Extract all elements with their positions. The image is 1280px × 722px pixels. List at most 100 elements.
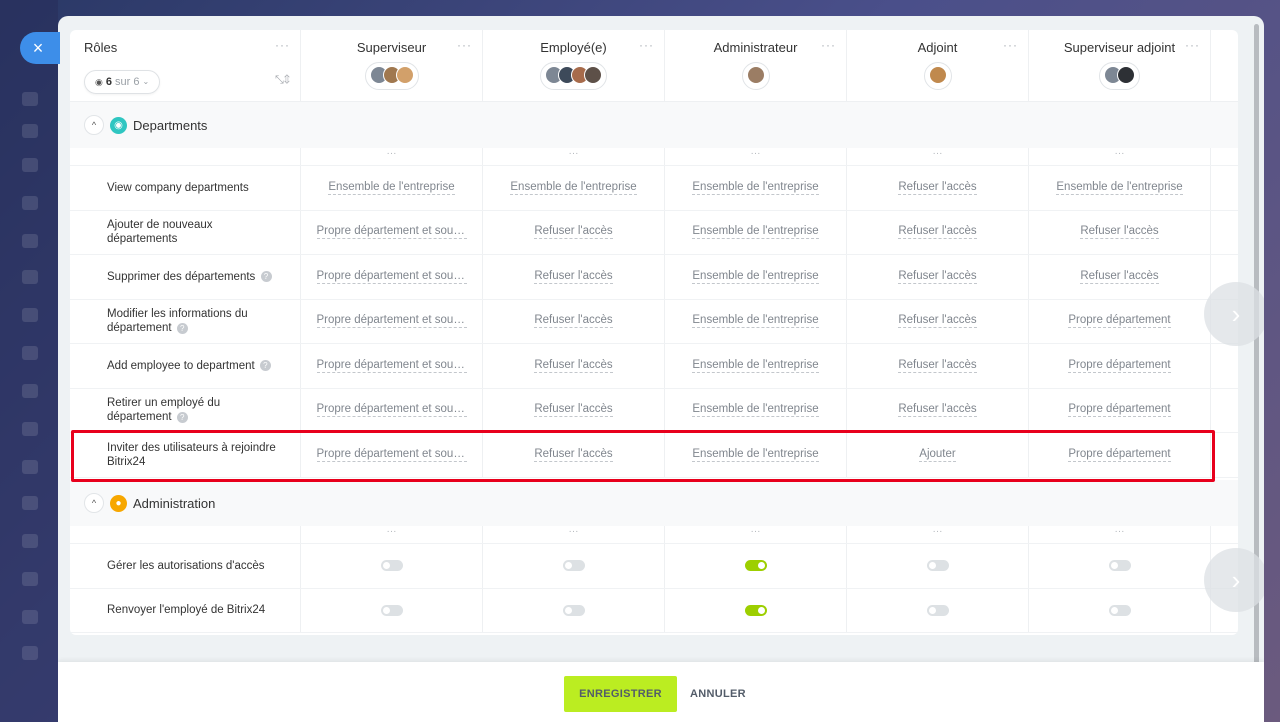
help-icon[interactable]: ? bbox=[259, 360, 271, 372]
scroll-right-button[interactable]: › bbox=[1204, 548, 1264, 612]
permission-row: View company departments Ensemble de l'en… bbox=[70, 166, 1238, 211]
role-menu-button[interactable]: ··· bbox=[457, 38, 472, 52]
permission-toggle[interactable] bbox=[380, 604, 403, 616]
column-menu-button[interactable]: ··· bbox=[301, 526, 483, 543]
permission-value-selector[interactable]: Propre département bbox=[1068, 448, 1171, 462]
column-menu-button[interactable]: ··· bbox=[665, 526, 847, 543]
permission-value-selector[interactable]: Refuser l'accès bbox=[898, 314, 977, 329]
permission-value-selector[interactable]: Ensemble de l'entreprise bbox=[328, 181, 455, 195]
permission-toggle[interactable] bbox=[1108, 560, 1131, 572]
permission-value-selector[interactable]: Ensemble de l'entreprise bbox=[692, 314, 819, 329]
column-menu-button[interactable]: ··· bbox=[1029, 148, 1211, 165]
permission-value-selector[interactable]: Refuser l'accès bbox=[898, 270, 977, 284]
permission-value-selector[interactable]: Refuser l'accès bbox=[534, 270, 613, 284]
permission-label: Modifier les informations du département… bbox=[70, 299, 301, 343]
permission-cell: Ensemble de l'entreprise bbox=[665, 433, 847, 477]
column-menu-button[interactable]: ··· bbox=[483, 526, 665, 543]
permission-value-selector[interactable]: Ensemble de l'entreprise bbox=[692, 403, 819, 418]
permission-value-selector[interactable]: Ensemble de l'entreprise bbox=[692, 448, 819, 462]
permission-value-selector[interactable]: Ensemble de l'entreprise bbox=[692, 225, 819, 240]
permission-value-selector[interactable]: Ensemble de l'entreprise bbox=[692, 181, 819, 195]
avatar[interactable] bbox=[928, 66, 947, 84]
role-members[interactable] bbox=[847, 62, 1028, 90]
column-menu-button[interactable]: ··· bbox=[847, 526, 1029, 543]
column-menu-button[interactable]: ··· bbox=[665, 148, 847, 165]
collapse-section-button[interactable]: ^ bbox=[84, 115, 104, 135]
save-button[interactable]: ENREGISTRER bbox=[564, 676, 677, 712]
avatar-group[interactable] bbox=[1099, 62, 1140, 90]
permission-value-selector[interactable]: Refuser l'accès bbox=[898, 403, 977, 418]
permission-toggle[interactable] bbox=[744, 560, 767, 572]
permission-value-selector[interactable]: Refuser l'accès bbox=[1080, 225, 1159, 240]
role-menu-button[interactable]: ··· bbox=[821, 38, 836, 52]
permission-toggle[interactable] bbox=[562, 604, 585, 616]
permission-value-selector[interactable]: Refuser l'accès bbox=[898, 181, 977, 195]
permission-value-selector[interactable]: Propre département et sous-départements bbox=[316, 448, 467, 462]
role-members[interactable] bbox=[1029, 62, 1210, 90]
permission-value-selector[interactable]: Propre département et sous-départements bbox=[316, 359, 467, 373]
permission-value-selector[interactable]: Ensemble de l'entreprise bbox=[692, 270, 819, 284]
permission-cell: Refuser l'accès bbox=[483, 210, 665, 254]
permission-value-selector[interactable]: Refuser l'accès bbox=[898, 225, 977, 240]
permission-value-selector[interactable]: Refuser l'accès bbox=[534, 225, 613, 240]
permission-toggle[interactable] bbox=[744, 604, 767, 616]
help-icon[interactable]: ? bbox=[176, 322, 188, 334]
permission-value-selector[interactable]: Refuser l'accès bbox=[1080, 270, 1159, 284]
permission-value-selector[interactable]: Propre département et sous-départements bbox=[316, 225, 467, 240]
column-menu-button[interactable]: ··· bbox=[847, 148, 1029, 165]
collapse-section-button[interactable]: ^ bbox=[84, 493, 104, 513]
permission-value-selector[interactable]: Refuser l'accès bbox=[534, 403, 613, 418]
permission-cell: Refuser l'accès bbox=[847, 255, 1029, 299]
role-menu-button[interactable]: ··· bbox=[639, 38, 654, 52]
permission-value-selector[interactable]: Propre département et sous-départements bbox=[316, 403, 467, 418]
role-menu-button[interactable]: ··· bbox=[1185, 38, 1200, 52]
avatar[interactable] bbox=[395, 66, 414, 84]
close-slider-button[interactable]: × bbox=[20, 32, 60, 64]
permission-cell: Ensemble de l'entreprise bbox=[665, 388, 847, 432]
permission-toggle[interactable] bbox=[562, 560, 585, 572]
permission-value-selector[interactable]: Ensemble de l'entreprise bbox=[1056, 181, 1183, 195]
permission-value-selector[interactable]: Refuser l'accès bbox=[898, 359, 977, 373]
help-icon[interactable]: ? bbox=[176, 411, 188, 423]
permission-value-selector[interactable]: Ensemble de l'entreprise bbox=[510, 181, 637, 195]
avatar[interactable] bbox=[746, 66, 765, 84]
permission-value-selector[interactable]: Refuser l'accès bbox=[534, 448, 613, 462]
permission-cell: Ensemble de l'entreprise bbox=[665, 255, 847, 299]
permission-toggle[interactable] bbox=[926, 604, 949, 616]
roles-menu-button[interactable]: ··· bbox=[275, 38, 290, 52]
role-members[interactable] bbox=[665, 62, 846, 90]
scroll-right-button[interactable]: › bbox=[1204, 282, 1264, 346]
permission-value-selector[interactable]: Ajouter bbox=[919, 448, 956, 462]
section-departments[interactable]: ^ ◉ Departments bbox=[70, 102, 1238, 148]
role-members[interactable] bbox=[301, 62, 482, 90]
avatar[interactable] bbox=[1117, 66, 1135, 84]
expand-collapse-all-button[interactable]: ⤡⇕ bbox=[275, 74, 290, 87]
section-administration[interactable]: ^ ● Administration bbox=[70, 480, 1238, 526]
permission-value-selector[interactable]: Propre département et sous-départements bbox=[316, 270, 467, 284]
column-menu-button[interactable]: ··· bbox=[301, 148, 483, 165]
role-members[interactable] bbox=[483, 62, 664, 90]
visible-roles-selector[interactable]: ◉ 6 sur 6 ⌄ bbox=[84, 70, 161, 94]
permission-value-selector[interactable]: Propre département bbox=[1068, 403, 1171, 418]
column-menu-button[interactable]: ··· bbox=[1029, 526, 1211, 543]
permission-toggle[interactable] bbox=[1108, 604, 1131, 616]
permission-value-selector[interactable]: Propre département et sous-départements bbox=[316, 314, 467, 329]
avatar-group[interactable] bbox=[741, 62, 770, 90]
permission-toggle[interactable] bbox=[380, 560, 403, 572]
permission-toggle[interactable] bbox=[926, 560, 949, 572]
role-menu-button[interactable]: ··· bbox=[1003, 38, 1018, 52]
avatar-group[interactable] bbox=[923, 62, 952, 90]
permission-label: Renvoyer l'employé de Bitrix24 bbox=[70, 588, 301, 632]
permission-value-selector[interactable]: Propre département bbox=[1068, 314, 1171, 329]
permission-cell bbox=[847, 588, 1029, 632]
permission-value-selector[interactable]: Propre département bbox=[1068, 359, 1171, 373]
column-menu-button[interactable]: ··· bbox=[483, 148, 665, 165]
permission-value-selector[interactable]: Refuser l'accès bbox=[534, 314, 613, 329]
avatar-group[interactable] bbox=[364, 62, 419, 90]
cancel-button[interactable]: ANNULER bbox=[680, 676, 756, 712]
help-icon[interactable]: ? bbox=[260, 271, 272, 283]
permission-value-selector[interactable]: Refuser l'accès bbox=[534, 359, 613, 373]
permission-value-selector[interactable]: Ensemble de l'entreprise bbox=[692, 359, 819, 373]
avatar-group[interactable] bbox=[540, 62, 607, 90]
avatar[interactable] bbox=[584, 66, 602, 84]
